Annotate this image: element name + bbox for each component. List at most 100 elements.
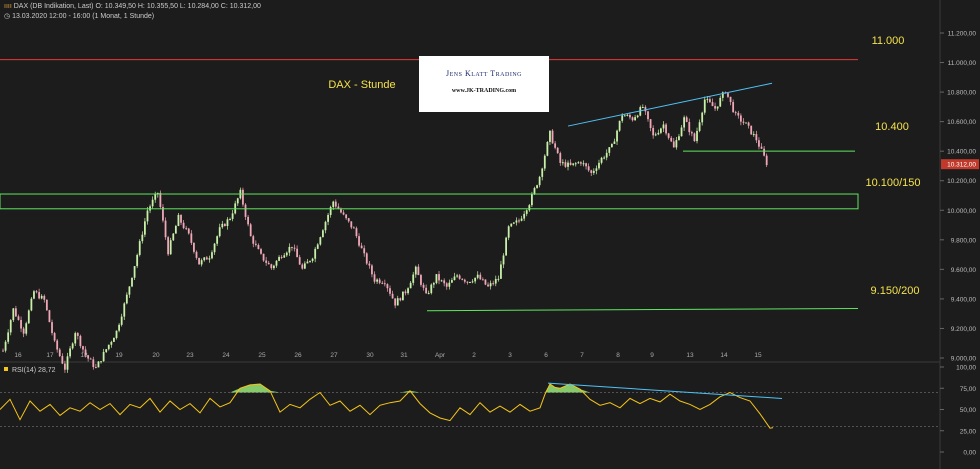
candle (561, 159, 564, 166)
candle (678, 133, 680, 141)
candle-body (205, 257, 208, 260)
candle (334, 199, 337, 209)
candle-body (533, 188, 536, 194)
candle-body (131, 277, 133, 287)
candle (760, 143, 763, 150)
candle (381, 280, 384, 285)
candle-body (577, 162, 580, 164)
candle-body (164, 220, 167, 238)
candle (216, 235, 219, 247)
candle (554, 141, 557, 150)
candle-body (536, 185, 538, 189)
candle (391, 290, 394, 299)
candle-body (605, 152, 608, 158)
candle (9, 319, 12, 336)
candle (636, 114, 639, 119)
candle (595, 165, 598, 175)
candle (618, 120, 621, 132)
price-axis-tick-label: 10.800,00 (947, 90, 976, 97)
candle-body (40, 295, 43, 299)
candle-body (76, 333, 79, 336)
candle (440, 279, 443, 282)
chart-header-symbol: ıııı DAX (DB Indikation, Last) O: 10.349… (4, 3, 261, 10)
candle-body (621, 115, 624, 121)
candle-body (64, 363, 66, 370)
candle (144, 218, 146, 238)
candle (371, 264, 373, 278)
candle-body (378, 279, 381, 283)
candle (288, 243, 291, 256)
time-axis-label: 7 (580, 352, 584, 359)
candle-body (719, 97, 722, 107)
candle-body (288, 246, 291, 253)
candle-body (438, 274, 440, 281)
price-axis-tick-label: 10.600,00 (947, 119, 976, 126)
candle (386, 283, 389, 292)
candle-body (198, 257, 200, 265)
candle (765, 153, 768, 168)
candle (742, 118, 745, 125)
candle (481, 277, 484, 281)
candle (53, 331, 56, 343)
candle (660, 127, 662, 135)
candle-body (590, 170, 593, 173)
candle-body (249, 224, 252, 237)
candle (293, 244, 296, 252)
candle (347, 217, 350, 223)
candle-body (53, 333, 56, 341)
candle (30, 296, 33, 312)
candle-body (714, 106, 716, 109)
candle (492, 280, 495, 286)
candle-body (476, 274, 479, 278)
candle-body (693, 133, 696, 142)
candle-body (17, 316, 20, 320)
candle (603, 155, 606, 160)
candle-body (301, 264, 304, 269)
candle-body (613, 141, 616, 144)
price-axis-tick-label: 9.800,00 (951, 237, 977, 244)
candle (267, 260, 270, 265)
price-axis-tick-label: 10.200,00 (947, 178, 976, 185)
candle (329, 205, 332, 218)
candle-body (236, 198, 239, 204)
candle (538, 175, 541, 188)
candle (319, 236, 322, 246)
candle (590, 169, 593, 177)
candle (309, 260, 311, 263)
candle-body (502, 255, 505, 265)
time-axis-label: 2 (472, 352, 476, 359)
candle-body (755, 134, 758, 141)
candle (92, 356, 95, 370)
candle-body (244, 204, 247, 217)
candle-body (136, 254, 139, 267)
time-axis-label: 9 (650, 352, 654, 359)
candle (396, 295, 399, 306)
candle-body (739, 115, 742, 122)
candle-body (711, 102, 714, 107)
candle (476, 271, 479, 280)
range-info: 13.03.2020 12:00 - 16:00 (1 Monat, 1 Stu… (12, 13, 155, 20)
candle (136, 253, 139, 269)
candle-body (404, 291, 407, 294)
candle (301, 263, 304, 270)
candle (4, 340, 7, 353)
candle (536, 184, 538, 189)
candle (701, 111, 704, 126)
candle-body (298, 257, 301, 265)
level-label-10400: 10.400 (875, 121, 909, 133)
candle (709, 96, 711, 103)
candle-body (154, 194, 157, 200)
candle-body (334, 201, 337, 207)
candle (22, 326, 25, 338)
candle (500, 260, 502, 279)
candle (254, 240, 257, 247)
candle (680, 124, 683, 137)
candle (451, 277, 453, 283)
time-axis-label: Apr (435, 352, 446, 359)
candle (27, 309, 30, 324)
candle-body (497, 278, 500, 280)
candle (138, 239, 141, 257)
candle (303, 261, 306, 270)
candle (38, 288, 41, 300)
candle (252, 234, 255, 248)
